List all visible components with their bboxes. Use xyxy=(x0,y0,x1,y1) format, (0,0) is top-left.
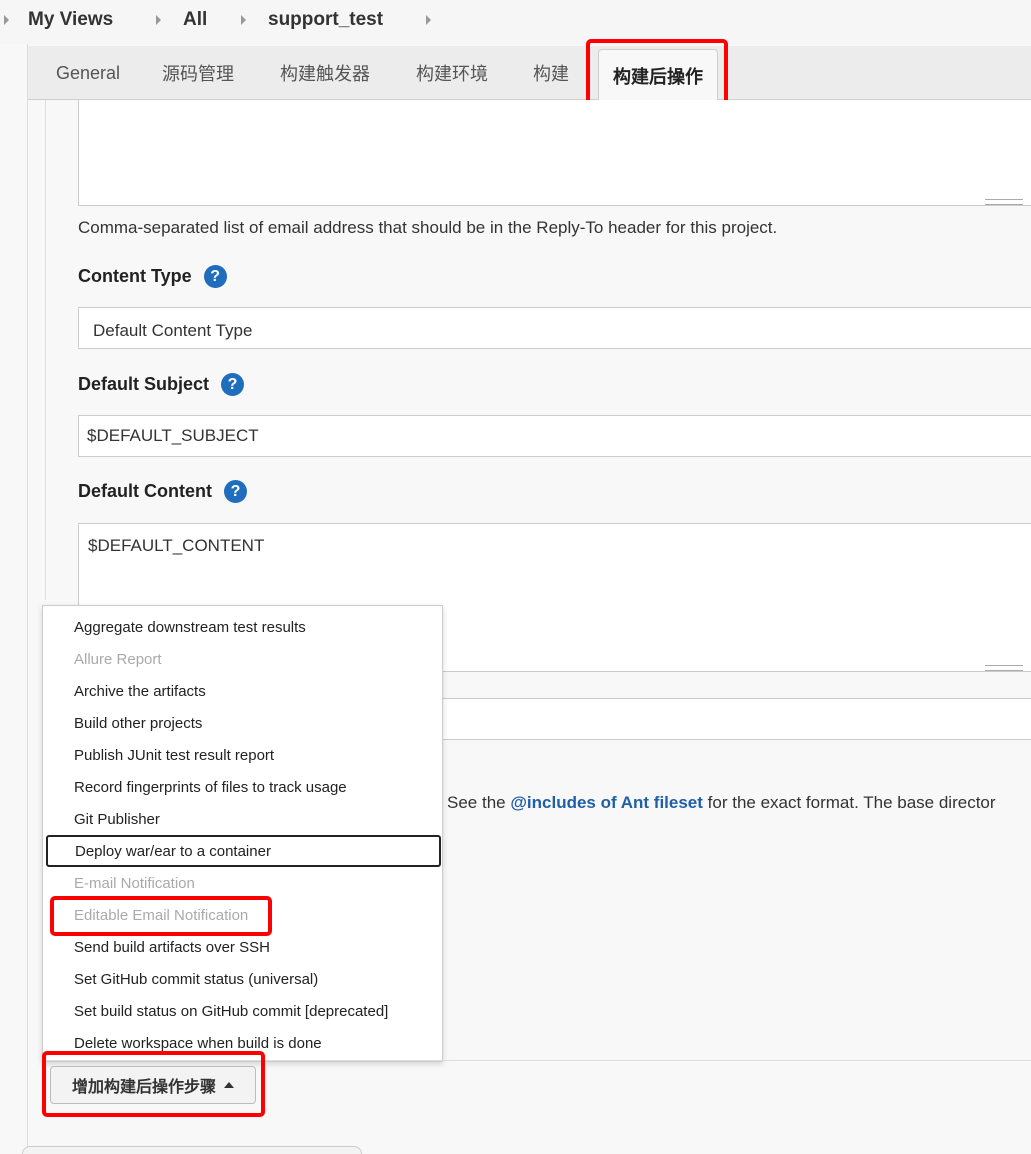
default-content-label-text: Default Content xyxy=(78,481,212,501)
caret-up-icon xyxy=(224,1082,234,1088)
config-tab-bar: General 源码管理 构建触发器 构建环境 构建 构建后操作 xyxy=(28,46,1031,101)
help-icon[interactable]: ? xyxy=(224,480,247,503)
default-subject-label-text: Default Subject xyxy=(78,374,210,394)
default-content-value: $DEFAULT_CONTENT xyxy=(88,536,265,555)
default-subject-input[interactable]: $DEFAULT_SUBJECT xyxy=(78,415,1031,457)
menu-item: E-mail Notification xyxy=(74,874,195,892)
content-type-label: Content Type ? xyxy=(78,265,227,288)
menu-item[interactable]: Send build artifacts over SSH xyxy=(43,931,442,963)
menu-item: Allure Report xyxy=(74,650,162,668)
bottom-panel-edge xyxy=(22,1146,362,1154)
add-post-build-step-label: 增加构建后操作步骤 xyxy=(71,1079,216,1096)
menu-item-focused[interactable]: Deploy war/ear to a container xyxy=(46,835,441,867)
breadcrumb-separator-icon[interactable] xyxy=(426,15,431,25)
breadcrumb-separator-icon[interactable] xyxy=(241,15,246,25)
tab-general[interactable]: General xyxy=(56,46,120,100)
breadcrumb-my-views[interactable]: My Views xyxy=(28,9,113,31)
tab-build-triggers[interactable]: 构建触发器 xyxy=(280,46,370,100)
menu-item[interactable]: Aggregate downstream test results xyxy=(43,611,442,643)
menu-item[interactable]: Set GitHub commit status (universal) xyxy=(43,963,442,995)
add-post-build-step-button[interactable]: 增加构建后操作步骤 xyxy=(50,1066,256,1104)
help-icon[interactable]: ? xyxy=(203,265,227,288)
content-type-select[interactable]: Default Content Type xyxy=(78,307,1031,349)
attachments-help-text: See the @includes of Ant fileset for the… xyxy=(447,793,996,813)
section-indent-border xyxy=(45,100,46,600)
breadcrumb-separator-icon xyxy=(4,15,9,25)
default-subject-label: Default Subject ? xyxy=(78,373,245,396)
menu-item[interactable]: Git Publisher xyxy=(43,803,442,835)
breadcrumb-separator-icon[interactable] xyxy=(156,15,161,25)
menu-item[interactable]: Build other projects xyxy=(43,707,442,739)
menu-item[interactable]: Publish JUnit test result report xyxy=(43,739,442,771)
menu-item[interactable]: Archive the artifacts xyxy=(43,675,442,707)
tab-build[interactable]: 构建 xyxy=(533,46,569,100)
attachments-help-prefix: See the xyxy=(447,793,506,812)
menu-item[interactable]: Set build status on GitHub commit [depre… xyxy=(43,995,442,1027)
menu-item[interactable]: Record fingerprints of files to track us… xyxy=(43,771,442,803)
tab-post-build-actions[interactable]: 构建后操作 xyxy=(598,49,718,101)
left-border xyxy=(27,44,28,1154)
default-content-label: Default Content ? xyxy=(78,480,247,503)
reply-to-textarea[interactable] xyxy=(78,100,1031,206)
breadcrumb-all[interactable]: All xyxy=(183,9,207,31)
menu-item-editable-email: Editable Email Notification xyxy=(74,906,249,924)
reply-to-help-text: Comma-separated list of email address th… xyxy=(78,218,778,237)
breadcrumb-support-test[interactable]: support_test xyxy=(268,9,383,31)
resize-grip-icon[interactable] xyxy=(985,665,1023,671)
menu-item[interactable]: Delete workspace when build is done xyxy=(43,1027,442,1059)
section-divider xyxy=(45,1060,1031,1061)
help-icon[interactable]: ? xyxy=(221,373,245,396)
content-type-label-text: Content Type xyxy=(78,266,192,286)
tab-build-environment[interactable]: 构建环境 xyxy=(416,46,488,100)
attachments-help-suffix: for the exact format. The base director xyxy=(707,793,996,812)
breadcrumb: My Views All support_test xyxy=(0,0,1031,44)
tab-scm[interactable]: 源码管理 xyxy=(162,46,234,100)
post-build-action-menu: Aggregate downstream test results Allure… xyxy=(42,605,443,1062)
resize-grip-icon[interactable] xyxy=(985,199,1023,205)
ant-fileset-link[interactable]: @includes of Ant fileset xyxy=(510,793,703,812)
